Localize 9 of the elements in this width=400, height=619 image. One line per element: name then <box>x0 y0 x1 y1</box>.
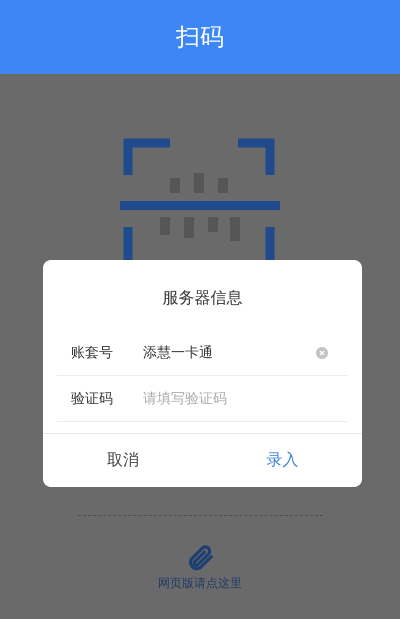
field-label: 账套号 <box>70 344 114 362</box>
cancel-button[interactable]: 取消 <box>43 434 202 487</box>
clear-icon[interactable] <box>316 346 328 358</box>
confirm-button[interactable]: 录入 <box>202 434 362 487</box>
input-field[interactable]: 请填写验证码 <box>143 390 348 406</box>
field-label: 验证码 <box>70 390 114 408</box>
dialog-title: 服务器信息 <box>162 286 244 308</box>
page-title: 扫码 <box>176 22 224 53</box>
input-field[interactable]: 添慧一卡通 <box>143 344 316 360</box>
